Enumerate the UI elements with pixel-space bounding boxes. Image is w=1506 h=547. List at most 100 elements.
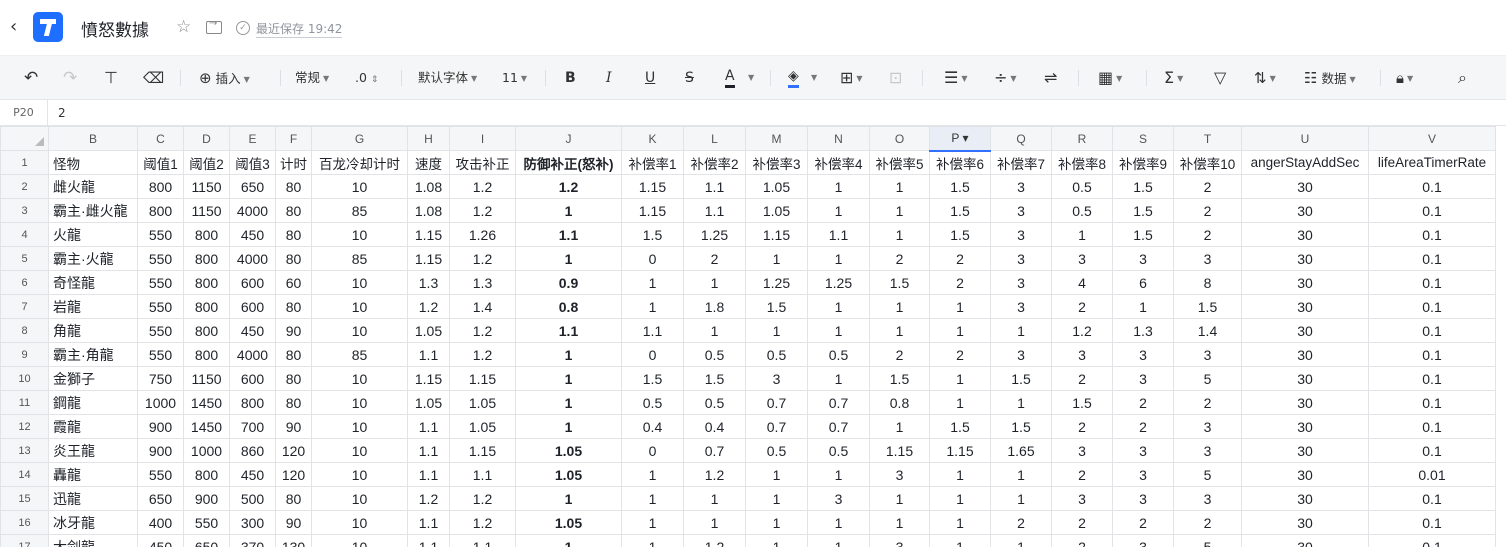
- table-cell[interactable]: 3: [1173, 246, 1242, 271]
- bold-icon[interactable]: B: [565, 67, 576, 89]
- table-cell[interactable]: 0.1: [1368, 246, 1496, 271]
- table-cell[interactable]: 1: [683, 318, 746, 343]
- table-cell[interactable]: 2: [1051, 294, 1113, 319]
- table-cell[interactable]: 霸主·角龍: [48, 342, 138, 367]
- undo-icon[interactable]: ↶: [24, 67, 38, 89]
- table-cell[interactable]: 1.1: [407, 510, 450, 535]
- table-cell[interactable]: 1.4: [1173, 318, 1242, 343]
- table-cell[interactable]: 800: [183, 318, 230, 343]
- table-cell[interactable]: 1.5: [1112, 174, 1174, 199]
- table-cell[interactable]: 1: [929, 534, 991, 547]
- table-cell[interactable]: 鋼龍: [48, 390, 138, 415]
- table-cell[interactable]: 1.15: [621, 198, 684, 223]
- table-cell[interactable]: 800: [183, 342, 230, 367]
- table-cell[interactable]: 1: [807, 366, 870, 391]
- table-cell[interactable]: 30: [1241, 486, 1369, 511]
- table-cell[interactable]: 0.1: [1368, 342, 1496, 367]
- table-cell[interactable]: 1: [990, 534, 1052, 547]
- table-cell[interactable]: 2: [1112, 390, 1174, 415]
- table-cell[interactable]: 1: [621, 486, 684, 511]
- table-cell[interactable]: 1: [807, 534, 870, 547]
- table-cell[interactable]: 5: [1173, 366, 1242, 391]
- table-cell[interactable]: 10: [311, 390, 408, 415]
- table-cell[interactable]: 550: [137, 462, 184, 487]
- column-header-n[interactable]: N: [807, 126, 870, 151]
- table-cell[interactable]: 1450: [183, 390, 230, 415]
- table-cell[interactable]: 霞龍: [48, 414, 138, 439]
- row-number[interactable]: 3: [0, 198, 49, 223]
- table-cell[interactable]: 雌火龍: [48, 174, 138, 199]
- table-cell[interactable]: 1.5: [683, 366, 746, 391]
- table-cell[interactable]: 450: [229, 222, 276, 247]
- table-cell[interactable]: 1: [807, 462, 870, 487]
- table-cell[interactable]: 1: [929, 462, 991, 487]
- vertical-align-icon[interactable]: ÷ ▼: [994, 67, 1017, 89]
- table-cell[interactable]: 3: [990, 246, 1052, 271]
- table-cell[interactable]: 2: [1051, 366, 1113, 391]
- table-cell[interactable]: 900: [137, 414, 184, 439]
- column-header-v[interactable]: V: [1368, 126, 1496, 151]
- table-cell[interactable]: 0.01: [1368, 462, 1496, 487]
- fill-color-icon[interactable]: ◈: [788, 67, 799, 88]
- table-cell[interactable]: 800: [183, 246, 230, 271]
- table-cell[interactable]: 补偿率7: [990, 150, 1052, 175]
- table-cell[interactable]: 1: [745, 486, 808, 511]
- table-cell[interactable]: 550: [137, 342, 184, 367]
- move-to-folder-icon[interactable]: [206, 18, 222, 34]
- table-cell[interactable]: 450: [137, 534, 184, 547]
- table-cell[interactable]: 1.5: [869, 270, 930, 295]
- table-cell[interactable]: 火龍: [48, 222, 138, 247]
- table-cell[interactable]: 80: [275, 366, 312, 391]
- table-cell[interactable]: 0.4: [621, 414, 684, 439]
- table-cell[interactable]: 1.3: [1112, 318, 1174, 343]
- table-cell[interactable]: 1.25: [807, 270, 870, 295]
- table-cell[interactable]: 0.1: [1368, 390, 1496, 415]
- table-cell[interactable]: 60: [275, 270, 312, 295]
- table-cell[interactable]: 1: [807, 246, 870, 271]
- table-cell[interactable]: 1.1: [515, 222, 622, 247]
- table-cell[interactable]: 10: [311, 462, 408, 487]
- table-cell[interactable]: 2: [1173, 222, 1242, 247]
- column-header-p[interactable]: P ▾: [929, 126, 991, 152]
- row-number[interactable]: 13: [0, 438, 49, 463]
- table-cell[interactable]: 90: [275, 510, 312, 535]
- data-menu[interactable]: ☷ 数据 ▼: [1304, 67, 1356, 89]
- table-cell[interactable]: 3: [990, 198, 1052, 223]
- table-cell[interactable]: 1000: [137, 390, 184, 415]
- table-cell[interactable]: 30: [1241, 246, 1369, 271]
- table-cell[interactable]: 3: [990, 174, 1052, 199]
- table-cell[interactable]: angerStayAddSec: [1241, 150, 1369, 175]
- table-cell[interactable]: 岩龍: [48, 294, 138, 319]
- table-cell[interactable]: 阈值3: [229, 150, 276, 175]
- table-cell[interactable]: 1.3: [407, 270, 450, 295]
- table-cell[interactable]: 0.1: [1368, 198, 1496, 223]
- row-number[interactable]: 1: [0, 150, 49, 175]
- row-number[interactable]: 11: [0, 390, 49, 415]
- table-cell[interactable]: 1.5: [1112, 222, 1174, 247]
- table-cell[interactable]: 3: [1112, 462, 1174, 487]
- table-cell[interactable]: 补偿率6: [929, 150, 991, 175]
- table-cell[interactable]: 2: [1051, 462, 1113, 487]
- table-cell[interactable]: 2: [1173, 174, 1242, 199]
- filter-icon[interactable]: ▽: [1214, 67, 1226, 89]
- table-cell[interactable]: 1.5: [745, 294, 808, 319]
- table-cell[interactable]: 1.05: [515, 510, 622, 535]
- table-cell[interactable]: 补偿率10: [1173, 150, 1242, 175]
- table-cell[interactable]: 0.1: [1368, 294, 1496, 319]
- table-cell[interactable]: 金獅子: [48, 366, 138, 391]
- table-cell[interactable]: 2: [929, 342, 991, 367]
- table-cell[interactable]: 1.1: [683, 174, 746, 199]
- table-cell[interactable]: 1.26: [449, 222, 516, 247]
- table-cell[interactable]: 1.15: [621, 174, 684, 199]
- table-cell[interactable]: 10: [311, 534, 408, 547]
- table-cell[interactable]: 2: [1051, 510, 1113, 535]
- underline-icon[interactable]: U: [645, 67, 655, 89]
- table-cell[interactable]: 650: [229, 174, 276, 199]
- table-cell[interactable]: 3: [1051, 438, 1113, 463]
- table-cell[interactable]: 1: [515, 366, 622, 391]
- lock-icon[interactable]: 🔒︎ ▼: [1396, 67, 1413, 89]
- table-cell[interactable]: 600: [229, 270, 276, 295]
- row-number[interactable]: 7: [0, 294, 49, 319]
- table-cell[interactable]: 3: [990, 270, 1052, 295]
- table-cell[interactable]: 80: [275, 486, 312, 511]
